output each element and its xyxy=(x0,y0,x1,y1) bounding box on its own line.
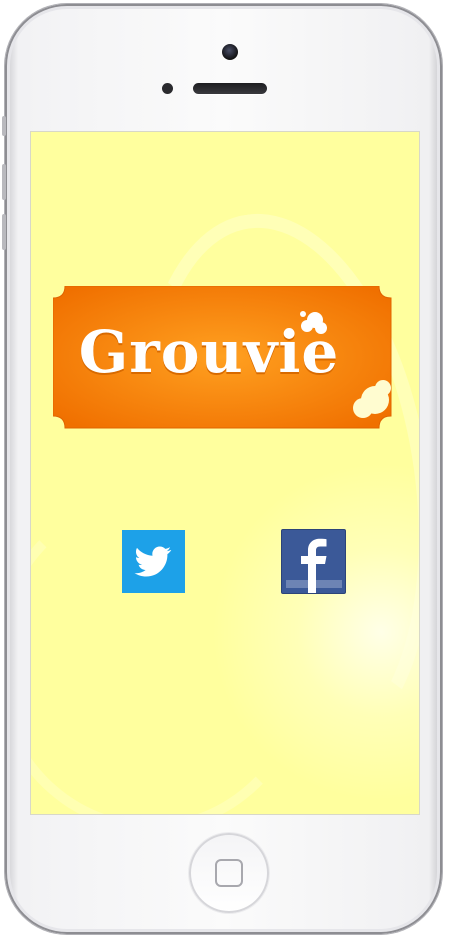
twitter-button[interactable] xyxy=(122,530,185,593)
logo-text: Grouvie xyxy=(78,318,340,386)
grouvie-logo: Grouvie xyxy=(52,285,393,432)
home-button-square-icon xyxy=(215,859,243,887)
volume-down-button xyxy=(2,214,6,250)
facebook-f-icon xyxy=(286,538,342,593)
front-camera xyxy=(222,44,238,60)
earpiece-speaker xyxy=(193,83,267,94)
facebook-button[interactable] xyxy=(281,529,346,594)
home-button[interactable] xyxy=(189,833,269,913)
proximity-sensor xyxy=(162,83,173,94)
mute-switch xyxy=(2,116,6,136)
volume-up-button xyxy=(2,164,6,200)
app-screen xyxy=(30,131,420,815)
twitter-bird-icon xyxy=(134,546,172,577)
